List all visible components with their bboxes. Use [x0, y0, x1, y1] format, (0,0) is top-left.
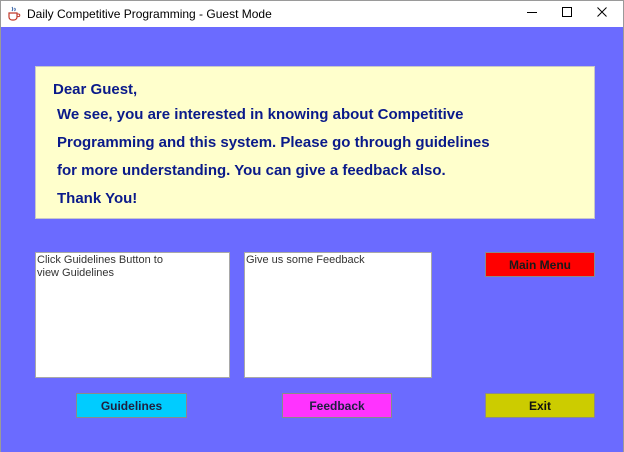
window-title: Daily Competitive Programming - Guest Mo…	[27, 7, 272, 21]
app-window: Daily Competitive Programming - Guest Mo…	[0, 0, 624, 452]
minimize-icon	[526, 5, 538, 23]
message-line-2: Programming and this system. Please go t…	[57, 134, 490, 151]
close-button[interactable]	[579, 1, 624, 27]
main-menu-button[interactable]: Main Menu	[485, 252, 595, 277]
maximize-icon	[561, 5, 573, 23]
closing-text: Thank You!	[57, 190, 138, 207]
welcome-message-panel: Dear Guest, We see, you are interested i…	[35, 66, 595, 219]
guidelines-button[interactable]: Guidelines	[76, 393, 187, 418]
feedback-text-area[interactable]: Give us some Feedback	[244, 252, 432, 378]
title-bar[interactable]: Daily Competitive Programming - Guest Mo…	[1, 1, 623, 27]
content-pane: Dear Guest, We see, you are interested i…	[1, 27, 623, 452]
feedback-button[interactable]: Feedback	[282, 393, 392, 418]
message-line-1: We see, you are interested in knowing ab…	[57, 106, 464, 123]
close-icon	[596, 5, 608, 23]
message-line-3: for more understanding. You can give a f…	[57, 162, 446, 179]
guidelines-text-area[interactable]: Click Guidelines Button to view Guidelin…	[35, 252, 230, 378]
exit-button[interactable]: Exit	[485, 393, 595, 418]
greeting-text: Dear Guest,	[53, 81, 138, 98]
java-app-icon[interactable]	[7, 6, 21, 21]
